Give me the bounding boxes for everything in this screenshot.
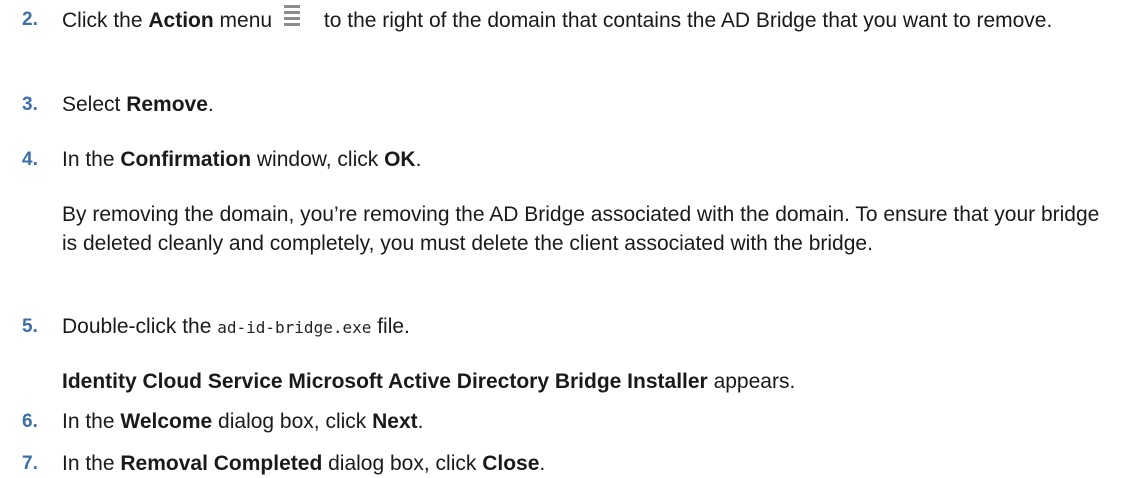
step-text: Click the Action menu to the right of th… — [62, 5, 1112, 35]
step-4: 4. In the Confirmation window, click OK. — [0, 145, 1128, 174]
procedure-steps: 2. Click the Action menu to the right of… — [0, 0, 1128, 478]
step-3: 3. Select Remove. — [0, 90, 1128, 119]
step-text: Select Remove. — [62, 93, 214, 116]
step-number: 4. — [22, 149, 38, 170]
hamburger-menu-icon — [280, 5, 304, 29]
step-2: 2. Click the Action menu to the right of… — [0, 5, 1128, 35]
step-text: In the Removal Completed dialog box, cli… — [62, 452, 546, 475]
filename: ad-id-bridge.exe — [217, 318, 372, 337]
step-number: 6. — [22, 411, 38, 432]
step-7: 7. In the Removal Completed dialog box, … — [0, 449, 1128, 478]
step-5: 5. Double-click the ad-id-bridge.exe fil… — [0, 312, 1128, 342]
step-number: 3. — [22, 94, 38, 115]
step-number: 5. — [22, 316, 38, 337]
step-text: In the Welcome dialog box, click Next. — [62, 410, 424, 433]
step-5-note: Identity Cloud Service Microsoft Active … — [62, 370, 796, 393]
step-6: 6. In the Welcome dialog box, click Next… — [0, 407, 1128, 436]
action-menu-term: Action — [148, 9, 214, 32]
step-text: Double-click the ad-id-bridge.exe file. — [62, 315, 410, 338]
step-number: 2. — [22, 9, 38, 30]
step-number: 7. — [22, 453, 38, 474]
step-4-note: By removing the domain, you’re removing … — [62, 203, 1100, 255]
step-text: In the Confirmation window, click OK. — [62, 148, 422, 171]
